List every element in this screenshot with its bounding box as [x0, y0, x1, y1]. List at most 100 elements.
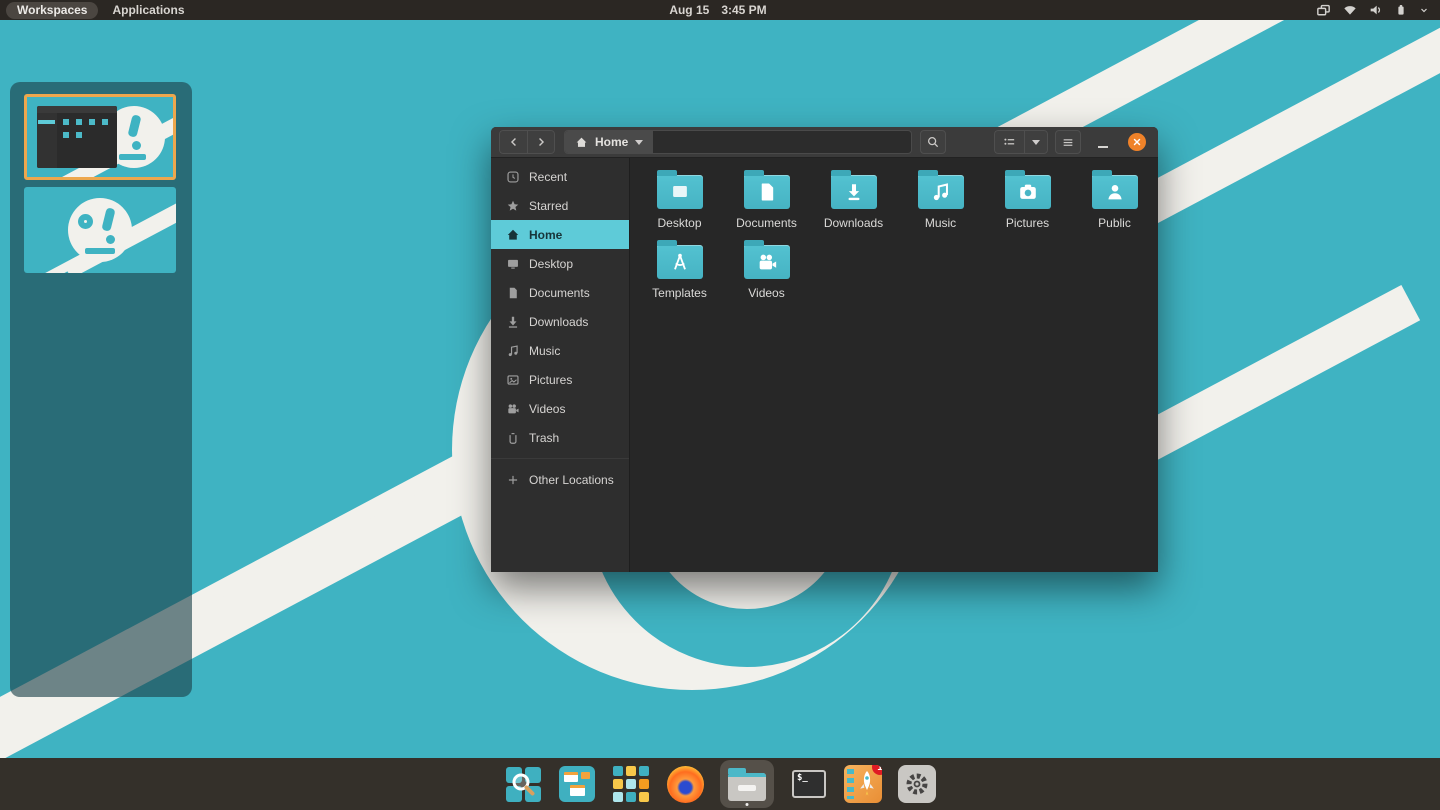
hamburger-menu-icon: [1063, 138, 1073, 146]
sidebar-item-downloads[interactable]: Downloads: [491, 307, 629, 336]
download-icon: [508, 316, 518, 328]
folder-pictures[interactable]: Pictures: [984, 166, 1071, 236]
sidebar-item-other-locations[interactable]: Other Locations: [491, 465, 629, 494]
folder-icon: [917, 170, 964, 209]
mini-selected-row: [38, 120, 55, 124]
workspaces-icon-window: [581, 772, 590, 779]
video-camera-icon: [508, 403, 519, 413]
dock-workspaces-button[interactable]: [558, 765, 596, 803]
workspaces-button[interactable]: Workspaces: [6, 1, 99, 19]
music-emblem-icon: [933, 183, 948, 201]
trash-icon: [509, 432, 517, 444]
dock-files-button[interactable]: [720, 760, 774, 808]
dock-terminal-button[interactable]: $_: [790, 765, 828, 803]
folder-templates[interactable]: Templates: [636, 236, 723, 306]
minimize-button[interactable]: [1091, 130, 1115, 154]
folder-music[interactable]: Music: [897, 166, 984, 236]
mini-exclamation: [127, 114, 142, 138]
mini-exclamation: [101, 207, 116, 232]
mini-titlebar: [37, 106, 117, 113]
mini-p-ring: [78, 214, 93, 229]
recent-clock-icon: [507, 170, 519, 183]
running-indicator-dot: [745, 803, 749, 806]
folder-label: Videos: [748, 286, 785, 300]
download-emblem-icon: [848, 184, 859, 201]
window-menu-button[interactable]: [1055, 130, 1081, 154]
battery-icon[interactable]: [1394, 2, 1408, 18]
desktop: Workspaces Applications Aug 15 3:45 PM H…: [0, 0, 1440, 810]
system-status-area[interactable]: [767, 2, 1440, 19]
folder-public[interactable]: Public: [1071, 166, 1158, 236]
sidebar-item-desktop[interactable]: Desktop: [491, 249, 629, 278]
folder-label: Downloads: [823, 216, 884, 230]
mini-logo-base: [85, 248, 115, 254]
sidebar-label: Starred: [529, 198, 569, 213]
mini-exclamation-dot: [132, 141, 141, 150]
workspace-thumbnail-1[interactable]: [24, 94, 176, 180]
path-location-label: Home: [595, 135, 629, 149]
folder-icon: [743, 240, 790, 279]
desktop-icon: [508, 259, 518, 269]
sidebar-label: Home: [529, 227, 563, 242]
close-icon: [1133, 138, 1141, 146]
folder-icon: [1091, 170, 1138, 209]
window-switcher-icon[interactable]: [1315, 2, 1332, 19]
sidebar-label: Recent: [529, 169, 568, 184]
folder-label: Music: [924, 216, 957, 230]
settings-icon: [898, 765, 936, 803]
folder-label: Pictures: [1005, 216, 1050, 230]
view-options-button[interactable]: [1024, 130, 1048, 154]
folder-icon: [656, 170, 703, 209]
plus-icon: [508, 475, 518, 484]
sidebar-item-videos[interactable]: Videos: [491, 394, 629, 423]
folder-videos[interactable]: Videos: [723, 236, 810, 306]
list-view-icon: [1004, 138, 1015, 145]
workspaces-icon: [559, 766, 595, 802]
sidebar-label: Trash: [529, 430, 560, 445]
sidebar-item-music[interactable]: Music: [491, 336, 629, 365]
view-list-button[interactable]: [994, 130, 1024, 154]
volume-icon[interactable]: [1368, 2, 1384, 18]
folder-downloads[interactable]: Downloads: [810, 166, 897, 236]
document-icon: [509, 287, 517, 298]
compass-emblem-icon: [673, 253, 686, 270]
workspace-thumbnail-2[interactable]: [24, 187, 176, 273]
sidebar-label: Other Locations: [529, 472, 614, 487]
sidebar-item-recent[interactable]: Recent: [491, 162, 629, 191]
mini-folder-row: [63, 119, 111, 125]
sidebar-item-documents[interactable]: Documents: [491, 278, 629, 307]
folder-icon: [830, 170, 877, 209]
network-wifi-icon[interactable]: [1342, 2, 1358, 18]
forward-button[interactable]: [527, 130, 555, 154]
folder-icon: [656, 240, 703, 279]
folder-label: Desktop: [657, 216, 702, 230]
location-entry[interactable]: [653, 131, 911, 153]
dock-applications-button[interactable]: [612, 765, 650, 803]
search-button[interactable]: [920, 130, 946, 154]
mini-exclamation-dot: [106, 235, 115, 244]
pop-shop-icon: 1: [844, 765, 882, 803]
sidebar-item-starred[interactable]: Starred: [491, 191, 629, 220]
firefox-icon: [666, 765, 704, 803]
sidebar-label: Downloads: [529, 314, 589, 329]
picture-icon: [507, 374, 519, 385]
sidebar-item-home[interactable]: Home: [491, 220, 629, 249]
dock-pop-shop-button[interactable]: 1: [844, 765, 882, 803]
workspaces-icon-window: [570, 785, 585, 796]
path-segment-home[interactable]: Home: [565, 131, 654, 153]
dock-launcher-button[interactable]: [504, 765, 542, 803]
screen-emblem-icon: [672, 186, 687, 198]
files-window: Home Recent Starred Home Desktop Documen…: [491, 127, 1158, 572]
clock-button[interactable]: Aug 15 3:45 PM: [669, 3, 766, 17]
back-button[interactable]: [499, 130, 527, 154]
applications-button[interactable]: Applications: [112, 3, 184, 17]
clock-time: 3:45 PM: [721, 3, 767, 17]
folder-documents[interactable]: Documents: [723, 166, 810, 236]
sidebar-item-pictures[interactable]: Pictures: [491, 365, 629, 394]
chevron-down-icon[interactable]: [1418, 4, 1430, 16]
dock-settings-button[interactable]: [898, 765, 936, 803]
sidebar-item-trash[interactable]: Trash: [491, 423, 629, 452]
dock-firefox-button[interactable]: [666, 765, 704, 803]
folder-desktop[interactable]: Desktop: [636, 166, 723, 236]
close-button[interactable]: [1128, 133, 1146, 151]
